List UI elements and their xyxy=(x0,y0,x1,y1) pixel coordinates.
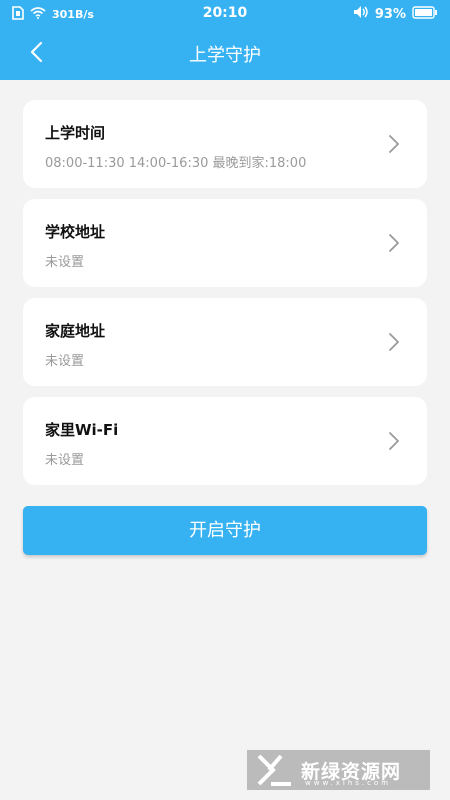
battery-icon xyxy=(412,5,438,23)
item-title: 学校地址 xyxy=(45,223,106,241)
school-time-item[interactable]: 上学时间 08:00-11:30 14:00-16:30 最晚到家:18:00 xyxy=(23,100,427,188)
chevron-right-icon xyxy=(387,431,401,451)
xl-logo-icon xyxy=(255,753,295,787)
chevron-right-icon xyxy=(387,233,401,253)
item-subtitle: 08:00-11:30 14:00-16:30 最晚到家:18:00 xyxy=(45,156,307,171)
home-address-item[interactable]: 家庭地址 未设置 xyxy=(23,298,427,386)
chevron-right-icon xyxy=(387,134,401,154)
navigation-bar: 上学守护 xyxy=(0,28,450,80)
home-wifi-item[interactable]: 家里Wi-Fi 未设置 xyxy=(23,397,427,485)
watermark-url: www.xlhs.com xyxy=(305,779,392,787)
item-title: 家里Wi-Fi xyxy=(45,421,119,439)
item-subtitle: 未设置 xyxy=(45,255,85,270)
status-bar: 301B/s 20:10 93% xyxy=(0,0,450,28)
speaker-icon xyxy=(353,5,369,23)
item-title: 家庭地址 xyxy=(45,322,106,340)
watermark: 新绿资源网 www.xlhs.com xyxy=(247,750,430,790)
header: 301B/s 20:10 93% 上学守护 xyxy=(0,0,450,80)
page-title: 上学守护 xyxy=(189,45,261,66)
item-subtitle: 未设置 xyxy=(45,453,85,468)
school-address-item[interactable]: 学校地址 未设置 xyxy=(23,199,427,287)
chevron-right-icon xyxy=(387,332,401,352)
item-subtitle: 未设置 xyxy=(45,354,85,369)
battery-percent: 93% xyxy=(374,6,406,22)
item-title: 上学时间 xyxy=(45,124,106,142)
status-right: 93% xyxy=(353,5,438,23)
start-guard-button[interactable]: 开启守护 xyxy=(23,506,427,555)
